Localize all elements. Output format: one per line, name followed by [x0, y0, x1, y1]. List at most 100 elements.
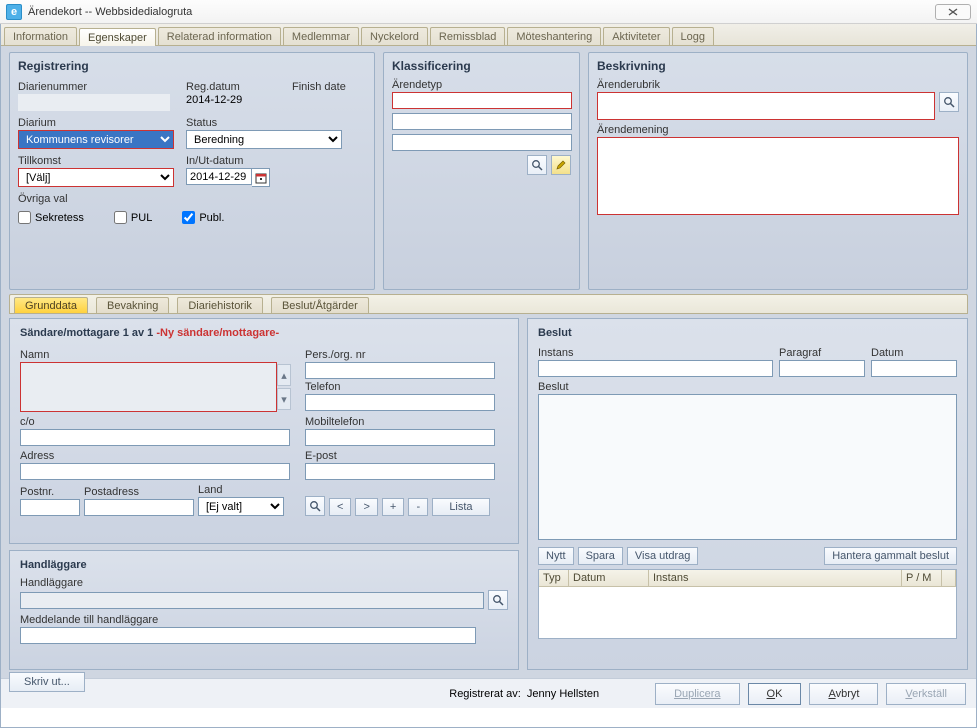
duplicera-button[interactable]: Duplicera	[655, 683, 739, 705]
sekretess-check[interactable]: Sekretess	[18, 211, 84, 224]
telefon-input[interactable]	[305, 394, 495, 411]
instans-label: Instans	[538, 347, 773, 359]
subtab-grunddata[interactable]: Grunddata	[14, 297, 88, 313]
tab-remissblad[interactable]: Remissblad	[430, 27, 505, 45]
visa-utdrag-button[interactable]: Visa utdrag	[627, 547, 698, 565]
subtab-bevakning[interactable]: Bevakning	[96, 297, 169, 313]
plus-button[interactable]: +	[382, 498, 404, 516]
pers-label: Pers./org. nr	[305, 349, 515, 361]
tab-information[interactable]: Information	[4, 27, 77, 45]
registrerat-label: Registrerat av: Jenny Hellsten	[449, 688, 599, 700]
beslut-textarea[interactable]	[538, 394, 957, 540]
th-typ: Typ	[539, 570, 569, 586]
beslut-table: Typ Datum Instans P / M	[538, 569, 957, 639]
paragraf-input[interactable]	[779, 360, 865, 377]
mening-input[interactable]	[597, 137, 959, 215]
namn-down-button[interactable]: ▾	[277, 388, 291, 410]
mobil-input[interactable]	[305, 429, 495, 446]
namn-label: Namn	[20, 349, 295, 361]
namn-input[interactable]	[20, 362, 277, 412]
panel-beskrivning: Beskrivning Ärenderubrik Ärendemening	[588, 52, 968, 290]
publ-check[interactable]: Publ.	[182, 211, 224, 224]
land-select[interactable]: [Ej valt]	[198, 497, 284, 516]
tab-moteshantering[interactable]: Möteshantering	[507, 27, 601, 45]
main-tabstrip: Information Egenskaper Relaterad informa…	[1, 24, 976, 46]
arendetyp-label: Ärendetyp	[392, 79, 571, 91]
mobil-label: Mobiltelefon	[305, 416, 515, 428]
inut-label: In/Ut-datum	[186, 155, 382, 167]
beslut-spara-button[interactable]: Spara	[578, 547, 623, 565]
subtab-diariehistorik[interactable]: Diariehistorik	[177, 297, 263, 313]
window-titlebar: e Ärendekort -- Webbsidedialogruta	[0, 0, 977, 24]
nytt-button[interactable]: Nytt	[538, 547, 574, 565]
rubrik-input[interactable]	[597, 92, 935, 120]
namn-up-button[interactable]: ▴	[277, 364, 291, 386]
adress-input[interactable]	[20, 463, 290, 480]
handl-label: Handläggare	[20, 577, 508, 589]
co-input[interactable]	[20, 429, 290, 446]
panel-klassificering: Klassificering Ärendetyp	[383, 52, 580, 290]
postnr-input[interactable]	[20, 499, 80, 516]
land-label: Land	[198, 484, 284, 496]
subtab-beslut[interactable]: Beslut/Åtgärder	[271, 297, 369, 313]
skrivut-button[interactable]: Skriv ut...	[9, 672, 85, 692]
tab-nyckelord[interactable]: Nyckelord	[361, 27, 428, 45]
medd-input[interactable]	[20, 627, 476, 644]
sub-tabstrip: Grunddata Bevakning Diariehistorik Beslu…	[9, 294, 968, 314]
finishdate-label: Finish date	[292, 81, 382, 93]
mening-label: Ärendemening	[597, 124, 959, 136]
regdatum-label: Reg.datum	[186, 81, 286, 93]
rubrik-search-icon[interactable]	[939, 92, 959, 112]
besk-title: Beskrivning	[597, 59, 959, 73]
arendetyp-input-2[interactable]	[392, 113, 572, 130]
status-select[interactable]: Beredning	[186, 130, 342, 149]
handl-search-icon[interactable]	[488, 590, 508, 610]
calendar-icon[interactable]	[252, 168, 270, 187]
panel-handlaggare: Handläggare Handläggare Meddelande till …	[9, 550, 519, 670]
pers-input[interactable]	[305, 362, 495, 379]
ovriga-label: Övriga val	[18, 193, 366, 205]
search-icon[interactable]	[527, 155, 547, 175]
klass-title: Klassificering	[392, 59, 571, 73]
co-label: c/o	[20, 416, 295, 428]
diarium-select[interactable]: Kommunens revisorer	[18, 130, 174, 149]
ok-button[interactable]: OK	[748, 683, 802, 705]
minus-button[interactable]: -	[408, 498, 428, 516]
pul-check[interactable]: PUL	[114, 211, 152, 224]
tab-relaterad[interactable]: Relaterad information	[158, 27, 281, 45]
status-label: Status	[186, 117, 382, 129]
inut-input[interactable]	[186, 168, 252, 185]
close-button[interactable]	[935, 4, 971, 20]
instans-input[interactable]	[538, 360, 773, 377]
tab-medlemmar[interactable]: Medlemmar	[283, 27, 359, 45]
edit-icon[interactable]	[551, 155, 571, 175]
next-button[interactable]: >	[355, 498, 377, 516]
paragraf-label: Paragraf	[779, 347, 865, 359]
sandare-search-icon[interactable]	[305, 496, 325, 516]
datum-input[interactable]	[871, 360, 957, 377]
arendetyp-input-3[interactable]	[392, 134, 572, 151]
tab-logg[interactable]: Logg	[672, 27, 714, 45]
regdatum-value: 2014-12-29	[186, 94, 242, 106]
verkstall-button[interactable]: Verkställ	[886, 683, 966, 705]
epost-input[interactable]	[305, 463, 495, 480]
th-pm: P / M	[902, 570, 942, 586]
handl-title: Handläggare	[20, 559, 508, 571]
tab-egenskaper[interactable]: Egenskaper	[79, 28, 156, 46]
beslut-text-label: Beslut	[538, 381, 957, 393]
th-scroll	[942, 570, 956, 586]
prev-button[interactable]: <	[329, 498, 351, 516]
arendetyp-input-1[interactable]	[392, 92, 572, 109]
registrering-title: Registrering	[18, 59, 366, 73]
panel-beslut: Beslut Instans Paragraf Datum Beslut Nyt…	[527, 318, 968, 670]
epost-label: E-post	[305, 450, 515, 462]
avbryt-button[interactable]: Avbryt	[809, 683, 878, 705]
postadress-label: Postadress	[84, 486, 194, 498]
lista-button[interactable]: Lista	[432, 498, 489, 516]
tab-aktiviteter[interactable]: Aktiviteter	[603, 27, 669, 45]
tillkomst-select[interactable]: [Välj]	[18, 168, 174, 187]
app-icon: e	[6, 4, 22, 20]
postadress-input[interactable]	[84, 499, 194, 516]
hantera-beslut-button[interactable]: Hantera gammalt beslut	[824, 547, 957, 565]
beslut-title: Beslut	[538, 327, 957, 339]
